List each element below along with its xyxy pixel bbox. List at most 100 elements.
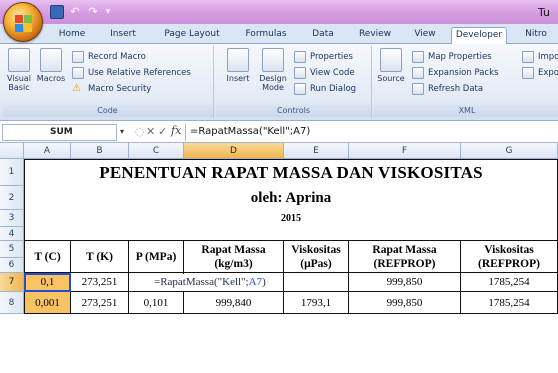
column-header-b[interactable]: B [71, 143, 129, 159]
header-viskositas-refprop-line1: Viskositas [484, 244, 534, 256]
row-header-7[interactable]: 7 [0, 273, 24, 292]
macros-icon [40, 48, 62, 72]
column-header-d[interactable]: D [184, 143, 284, 159]
record-macro-button[interactable]: Record Macro [72, 50, 146, 64]
source-button[interactable]: Source [376, 48, 406, 83]
design-mode-label: Design Mode [259, 74, 287, 92]
insert-control-label: Insert [226, 74, 250, 83]
header-pressure[interactable]: P (MPa) [129, 241, 184, 273]
worksheet-grid[interactable]: A B C D E F G 1 2 3 4 5 6 7 8 PENENTUAN … [0, 143, 558, 373]
cell-d8[interactable]: 999,840 [184, 292, 284, 314]
undo-icon[interactable]: ↶ [68, 5, 82, 19]
header-t-kelvin[interactable]: T (K) [71, 241, 129, 273]
enter-icon[interactable]: ✓ [158, 125, 167, 138]
header-rapat-massa[interactable]: Rapat Massa (kg/m3) [184, 241, 284, 273]
cell-e8[interactable]: 1793,1 [284, 292, 349, 314]
redo-icon[interactable]: ↷ [86, 5, 100, 19]
tab-formulas[interactable]: Formulas [243, 27, 289, 44]
quick-access-toolbar: ↶ ↷ ▾ [50, 4, 112, 20]
source-label: Source [377, 74, 405, 83]
name-box[interactable]: SUM [2, 124, 117, 141]
record-macro-icon [72, 51, 84, 63]
office-button[interactable] [3, 2, 43, 42]
column-header-f[interactable]: F [349, 143, 461, 159]
group-code: Visual Basic Macros Record Macro Use Rel… [2, 46, 214, 118]
sheet-title[interactable]: PENENTUAN RAPAT MASSA DAN VISKOSITAS [24, 161, 558, 186]
header-viskositas[interactable]: Viskositas (μPas) [284, 241, 349, 273]
column-header-c[interactable]: C [129, 143, 184, 159]
column-header-a[interactable]: A [24, 143, 71, 159]
use-relative-references-button[interactable]: Use Relative References [72, 66, 191, 80]
cell-a7[interactable]: 0,1 [24, 273, 71, 292]
cell-f8[interactable]: 999,850 [349, 292, 461, 314]
tab-developer[interactable]: Developer [451, 27, 507, 45]
header-rapat-massa-refprop[interactable]: Rapat Massa (REFPROP) [349, 241, 461, 273]
sheet-year[interactable]: 2015 [24, 210, 558, 227]
tab-page-layout[interactable]: Page Layout [162, 27, 222, 44]
insert-control-button[interactable]: Insert [218, 48, 258, 83]
header-t-celsius[interactable]: T (C) [24, 241, 71, 273]
sheet-author[interactable]: oleh: Aprina [24, 186, 558, 210]
name-box-dropdown-icon[interactable]: ▾ [120, 127, 124, 136]
select-all-corner[interactable] [0, 143, 24, 159]
cell-c8[interactable]: 0,101 [129, 292, 184, 314]
expansion-packs-icon [412, 67, 424, 79]
export-button[interactable]: Expo [522, 66, 558, 80]
macros-button[interactable]: Macros [36, 48, 66, 83]
tab-view[interactable]: View [410, 27, 440, 44]
customize-qat-icon[interactable]: ▾ [104, 5, 112, 19]
run-dialog-label: Run Dialog [310, 84, 357, 94]
cell-b8[interactable]: 273,251 [71, 292, 129, 314]
refresh-data-button[interactable]: Refresh Data [412, 82, 483, 96]
cell-f7[interactable]: 999,850 [349, 273, 461, 292]
use-relative-label: Use Relative References [88, 68, 191, 78]
formula-bar: SUM ▾ ◌ ✕ ✓ fx =RapatMassa("Kell";A7) [0, 122, 558, 143]
ribbon-tabs: Home Insert Page Layout Formulas Data Re… [0, 24, 558, 45]
run-dialog-button[interactable]: Run Dialog [294, 82, 356, 96]
properties-icon [294, 51, 306, 63]
map-properties-button[interactable]: Map Properties [412, 50, 492, 64]
column-header-g[interactable]: G [461, 143, 558, 159]
cancel-icon[interactable]: ✕ [146, 125, 155, 138]
row-header-4[interactable]: 4 [0, 227, 24, 241]
macro-security-button[interactable]: ⚠ Macro Security [72, 82, 151, 96]
properties-button[interactable]: Properties [294, 50, 353, 64]
save-icon[interactable] [50, 5, 64, 19]
tab-review[interactable]: Review [355, 27, 395, 44]
tab-data[interactable]: Data [308, 27, 338, 44]
expansion-packs-button[interactable]: Expansion Packs [412, 66, 498, 80]
cell-a8[interactable]: 0,001 [24, 292, 71, 314]
macros-label: Macros [36, 74, 66, 83]
visual-basic-button[interactable]: Visual Basic [4, 48, 34, 92]
cell-g8[interactable]: 1785,254 [461, 292, 558, 314]
edit-formula-suffix: ) [262, 276, 266, 288]
export-label: Expo [538, 68, 558, 78]
design-mode-button[interactable]: Design Mode [256, 48, 290, 92]
row-header-5[interactable]: 5 [0, 241, 24, 258]
record-macro-label: Record Macro [88, 52, 146, 62]
properties-label: Properties [310, 52, 353, 62]
header-rapat-massa-line2: (kg/m3) [214, 258, 253, 270]
formula-input[interactable]: =RapatMassa("Kell";A7) [185, 124, 557, 141]
tab-home[interactable]: Home [55, 27, 89, 44]
header-viskositas-refprop[interactable]: Viskositas (REFPROP) [461, 241, 558, 273]
cell-g7[interactable]: 1785,254 [461, 273, 558, 292]
column-header-e[interactable]: E [284, 143, 349, 159]
import-button[interactable]: Impo [522, 50, 558, 64]
map-properties-label: Map Properties [428, 52, 492, 62]
row-header-1[interactable]: 1 [0, 159, 24, 186]
row-header-6[interactable]: 6 [0, 258, 24, 273]
insert-function-icon[interactable]: fx [171, 124, 181, 137]
header-rapat-massa-line1: Rapat Massa [201, 244, 266, 256]
row-header-8[interactable]: 8 [0, 292, 24, 314]
tab-insert[interactable]: Insert [106, 27, 140, 44]
cell-d7-edit-formula[interactable]: =RapatMassa("Kell";A7) [152, 274, 268, 291]
row-header-3[interactable]: 3 [0, 210, 24, 227]
title-bar: ↶ ↷ ▾ Tu [0, 0, 558, 24]
cell-e7[interactable] [284, 273, 349, 292]
cell-b7[interactable]: 273,251 [71, 273, 129, 292]
view-code-button[interactable]: View Code [294, 66, 355, 80]
ribbon: Visual Basic Macros Record Macro Use Rel… [0, 44, 558, 121]
row-header-2[interactable]: 2 [0, 186, 24, 210]
tab-nitro[interactable]: Nitro [519, 27, 553, 44]
